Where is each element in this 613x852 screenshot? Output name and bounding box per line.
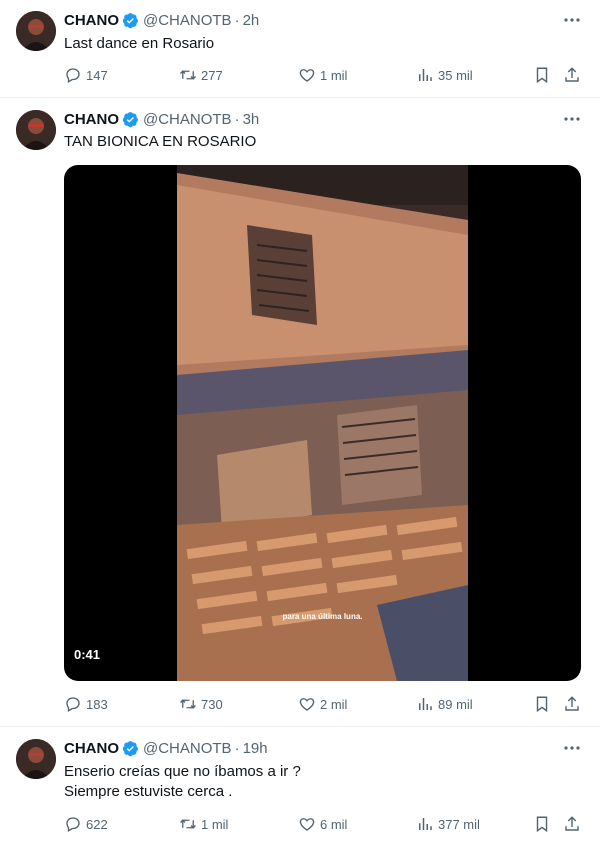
reply-icon [66, 817, 80, 832]
like-icon [299, 698, 315, 711]
bookmark-icon[interactable] [533, 65, 551, 85]
views-count: 377 mil [438, 816, 480, 832]
avatar[interactable] [16, 110, 56, 150]
tweet-text-line: TAN BIONICA EN ROSARIO [64, 133, 257, 150]
tweet-text: Enserio creías que no íbamos a ir ? Siem… [64, 762, 301, 802]
share-icon[interactable] [563, 65, 581, 85]
author-name[interactable]: CHANO [64, 111, 119, 128]
author-handle[interactable]: @CHANOTB [143, 740, 232, 757]
video-frame[interactable] [177, 165, 468, 681]
reply-button[interactable]: 183 [64, 694, 108, 714]
share-icon[interactable] [563, 814, 581, 834]
author-name[interactable]: CHANO [64, 12, 119, 29]
reply-button[interactable]: 622 [64, 814, 108, 834]
tweet-header: CHANO @CHANOTB · 3h [64, 109, 259, 129]
tweet-text: Last dance en Rosario [64, 34, 214, 54]
action-bar: 147 277 1 mil 35 mil [64, 65, 584, 85]
like-icon [299, 69, 315, 82]
separator-dot: · [234, 739, 240, 757]
author-name[interactable]: CHANO [64, 740, 119, 757]
views-icon [419, 69, 432, 81]
timestamp[interactable]: 3h [243, 111, 260, 128]
tweet-text-line: Enserio creías que no íbamos a ir ? [64, 763, 301, 780]
views-button[interactable]: 35 mil [416, 65, 473, 85]
more-icon[interactable] [562, 109, 582, 129]
avatar[interactable] [16, 11, 56, 51]
retweet-count: 730 [201, 696, 223, 712]
timestamp[interactable]: 2h [243, 12, 260, 29]
reply-icon [66, 697, 80, 712]
video-caption: para una última luna. [282, 612, 363, 621]
retweet-icon [180, 819, 196, 829]
more-icon[interactable] [562, 10, 582, 30]
share-icon[interactable] [563, 694, 581, 714]
video-player[interactable]: para una última luna. 0:41 [64, 165, 581, 681]
views-button[interactable]: 377 mil [416, 814, 480, 834]
tweet-header: CHANO @CHANOTB · 2h [64, 10, 259, 30]
like-button[interactable]: 2 mil [298, 694, 347, 714]
retweet-icon [180, 70, 196, 80]
tweet-text-line: Siempre estuviste cerca . [64, 783, 233, 800]
like-icon [299, 818, 315, 831]
like-count: 6 mil [320, 816, 348, 832]
reply-count: 147 [86, 67, 108, 83]
action-bar: 622 1 mil 6 mil 377 mil [64, 814, 584, 834]
separator-dot: · [234, 11, 240, 29]
retweet-button[interactable]: 730 [179, 694, 223, 714]
retweet-button[interactable]: 277 [179, 65, 223, 85]
bookmark-icon[interactable] [533, 814, 551, 834]
tweet-text: TAN BIONICA EN ROSARIO [64, 132, 256, 152]
reply-count: 183 [86, 696, 108, 712]
like-button[interactable]: 6 mil [298, 814, 347, 834]
reply-icon [66, 68, 80, 83]
bookmark-icon[interactable] [533, 694, 551, 714]
author-handle[interactable]: @CHANOTB [143, 12, 232, 29]
video-duration: 0:41 [74, 647, 101, 662]
views-icon [419, 698, 432, 710]
timestamp[interactable]: 19h [243, 740, 268, 757]
retweet-button[interactable]: 1 mil [179, 814, 228, 834]
tweet[interactable]: CHANO @CHANOTB · 19h Enserio creías que … [0, 727, 600, 852]
views-button[interactable]: 89 mil [416, 694, 473, 714]
more-icon[interactable] [562, 738, 582, 758]
views-count: 35 mil [438, 67, 473, 83]
verified-badge-icon [122, 12, 138, 28]
reply-button[interactable]: 147 [64, 65, 108, 85]
views-count: 89 mil [438, 696, 473, 712]
tweet-text-line: Last dance en Rosario [64, 35, 215, 52]
reply-count: 622 [86, 816, 108, 832]
like-count: 2 mil [320, 696, 348, 712]
action-bar: 183 730 2 mil 89 mil [64, 694, 584, 714]
verified-badge-icon [122, 111, 138, 127]
retweet-count: 277 [201, 67, 223, 83]
views-icon [419, 818, 432, 830]
tweet[interactable]: CHANO @CHANOTB · 3h TAN BIONICA EN ROSAR… [0, 98, 600, 726]
retweet-count: 1 mil [201, 816, 229, 832]
like-button[interactable]: 1 mil [298, 65, 347, 85]
retweet-icon [180, 699, 196, 709]
tweet[interactable]: CHANO @CHANOTB · 2h Last dance en Rosari… [0, 0, 600, 97]
separator-dot: · [234, 110, 240, 128]
avatar[interactable] [16, 739, 56, 779]
author-handle[interactable]: @CHANOTB [143, 111, 232, 128]
like-count: 1 mil [320, 67, 348, 83]
tweet-header: CHANO @CHANOTB · 19h [64, 738, 268, 758]
verified-badge-icon [122, 740, 138, 756]
